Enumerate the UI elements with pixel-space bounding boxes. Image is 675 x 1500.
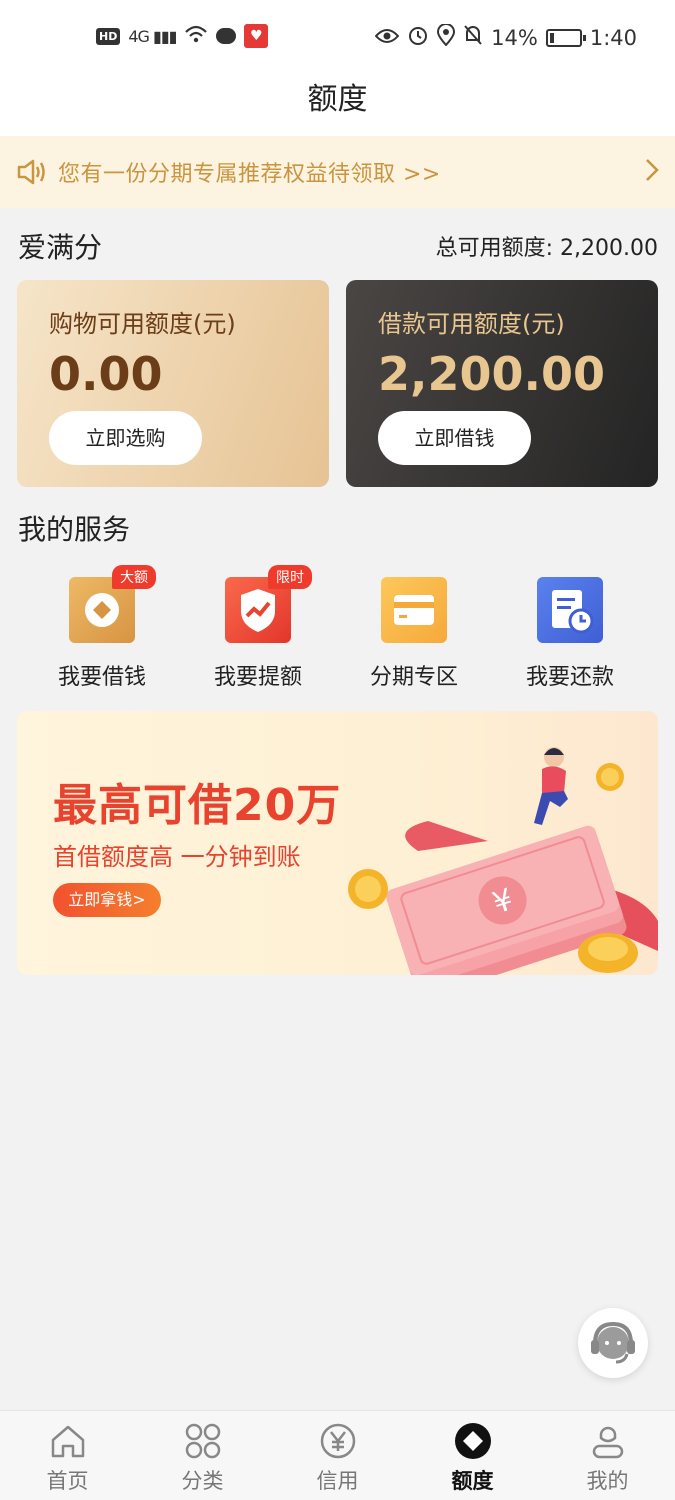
headset-icon [591,1321,635,1364]
shopping-quota-label: 购物可用额度(元) [49,310,236,338]
card-icon [381,577,447,643]
tab-credit[interactable]: 信用 [270,1411,405,1500]
battery-percent: 14% [491,25,538,50]
quota-section-title: 爱满分 [18,231,103,264]
tab-mine[interactable]: 我的 [540,1411,675,1500]
services-title: 我的服务 [18,513,131,546]
loan-promo-banner[interactable]: 最高可借20万 首借额度高 一分钟到账 立即拿钱> ¥ [17,711,658,975]
tab-label: 我的 [586,1469,629,1493]
shopping-quota-amount: 0.00 [49,347,163,401]
title-bar: 额度 [0,72,675,136]
money-stack-illustration: ¥ [348,747,658,975]
service-label: 我要提额 [213,665,302,690]
total-available-quota: 总可用额度: 2,200.00 [435,236,658,261]
quota-section-header: 爱满分 总可用额度: 2,200.00 [18,226,658,270]
diamond-icon [454,1423,491,1459]
page-title: 额度 [307,82,368,117]
battery-fill [549,32,554,43]
customer-service-button[interactable] [578,1308,648,1378]
tab-label: 分类 [181,1469,224,1493]
loan-quota-card[interactable]: 借款可用额度(元) 2,200.00 立即借钱 [346,280,658,487]
bill-clock-icon [537,577,603,643]
grid-icon [185,1423,220,1459]
alarm-icon [407,24,429,51]
tab-label: 首页 [46,1469,89,1493]
yen-icon [320,1423,355,1459]
eye-icon [374,26,400,50]
loan-quota-label: 借款可用额度(元) [378,310,565,338]
shopping-quota-card[interactable]: 购物可用额度(元) 0.00 立即选购 [17,280,329,487]
services-grid: 大额 我要借钱 限时 我要提额 分期专区 我要还款 [24,562,651,692]
borrow-now-button[interactable]: 立即借钱 [378,411,531,465]
tab-home[interactable]: 首页 [0,1411,135,1500]
notice-text: 您有一份分期专属推荐权益待领取 >> [58,162,441,187]
banner-headline: 最高可借20万 [53,780,342,831]
tab-label: 信用 [316,1469,359,1493]
network-type: 4G ▮▮▮ [128,26,177,46]
service-label: 分期专区 [369,665,458,690]
status-right: 14% 1:40 [374,23,637,51]
tab-quota[interactable]: 额度 [405,1411,540,1500]
banner-subline: 首借额度高 一分钟到账 [53,843,301,871]
service-repay[interactable]: 我要还款 [492,562,648,692]
promo-notice[interactable]: 您有一份分期专属推荐权益待领取 >> [0,136,675,208]
clock-time: 1:40 [589,25,637,50]
service-label: 我要借钱 [57,665,146,690]
service-badge: 限时 [268,565,312,589]
mute-bell-icon [463,24,483,51]
status-bar: HD 4G ▮▮▮ ♥ 14% 1:40 [0,0,675,72]
hd-indicator: HD [96,27,121,45]
service-borrow[interactable]: 大额 我要借钱 [24,562,180,692]
wifi-icon [184,24,208,48]
tab-category[interactable]: 分类 [135,1411,270,1500]
location-icon [437,23,456,51]
service-raise-limit[interactable]: 限时 我要提额 [180,562,336,692]
chevron-right-icon [645,158,659,189]
user-icon [592,1426,623,1459]
message-icon [216,28,237,44]
app-notification-icon: ♥ [244,24,269,48]
banner-cta-button[interactable]: 立即拿钱> [53,883,161,917]
shop-now-button[interactable]: 立即选购 [49,411,202,465]
battery-icon [545,28,586,47]
home-icon [51,1425,84,1458]
bottom-tab-bar: 首页 分类 信用 额度 我的 [0,1410,675,1500]
status-left: HD 4G ▮▮▮ ♥ [96,24,269,48]
speaker-icon [17,159,45,185]
service-badge: 大额 [112,565,156,589]
service-installment[interactable]: 分期专区 [336,562,492,692]
loan-quota-amount: 2,200.00 [378,347,605,401]
tab-label: 额度 [451,1469,494,1493]
service-label: 我要还款 [525,665,614,690]
